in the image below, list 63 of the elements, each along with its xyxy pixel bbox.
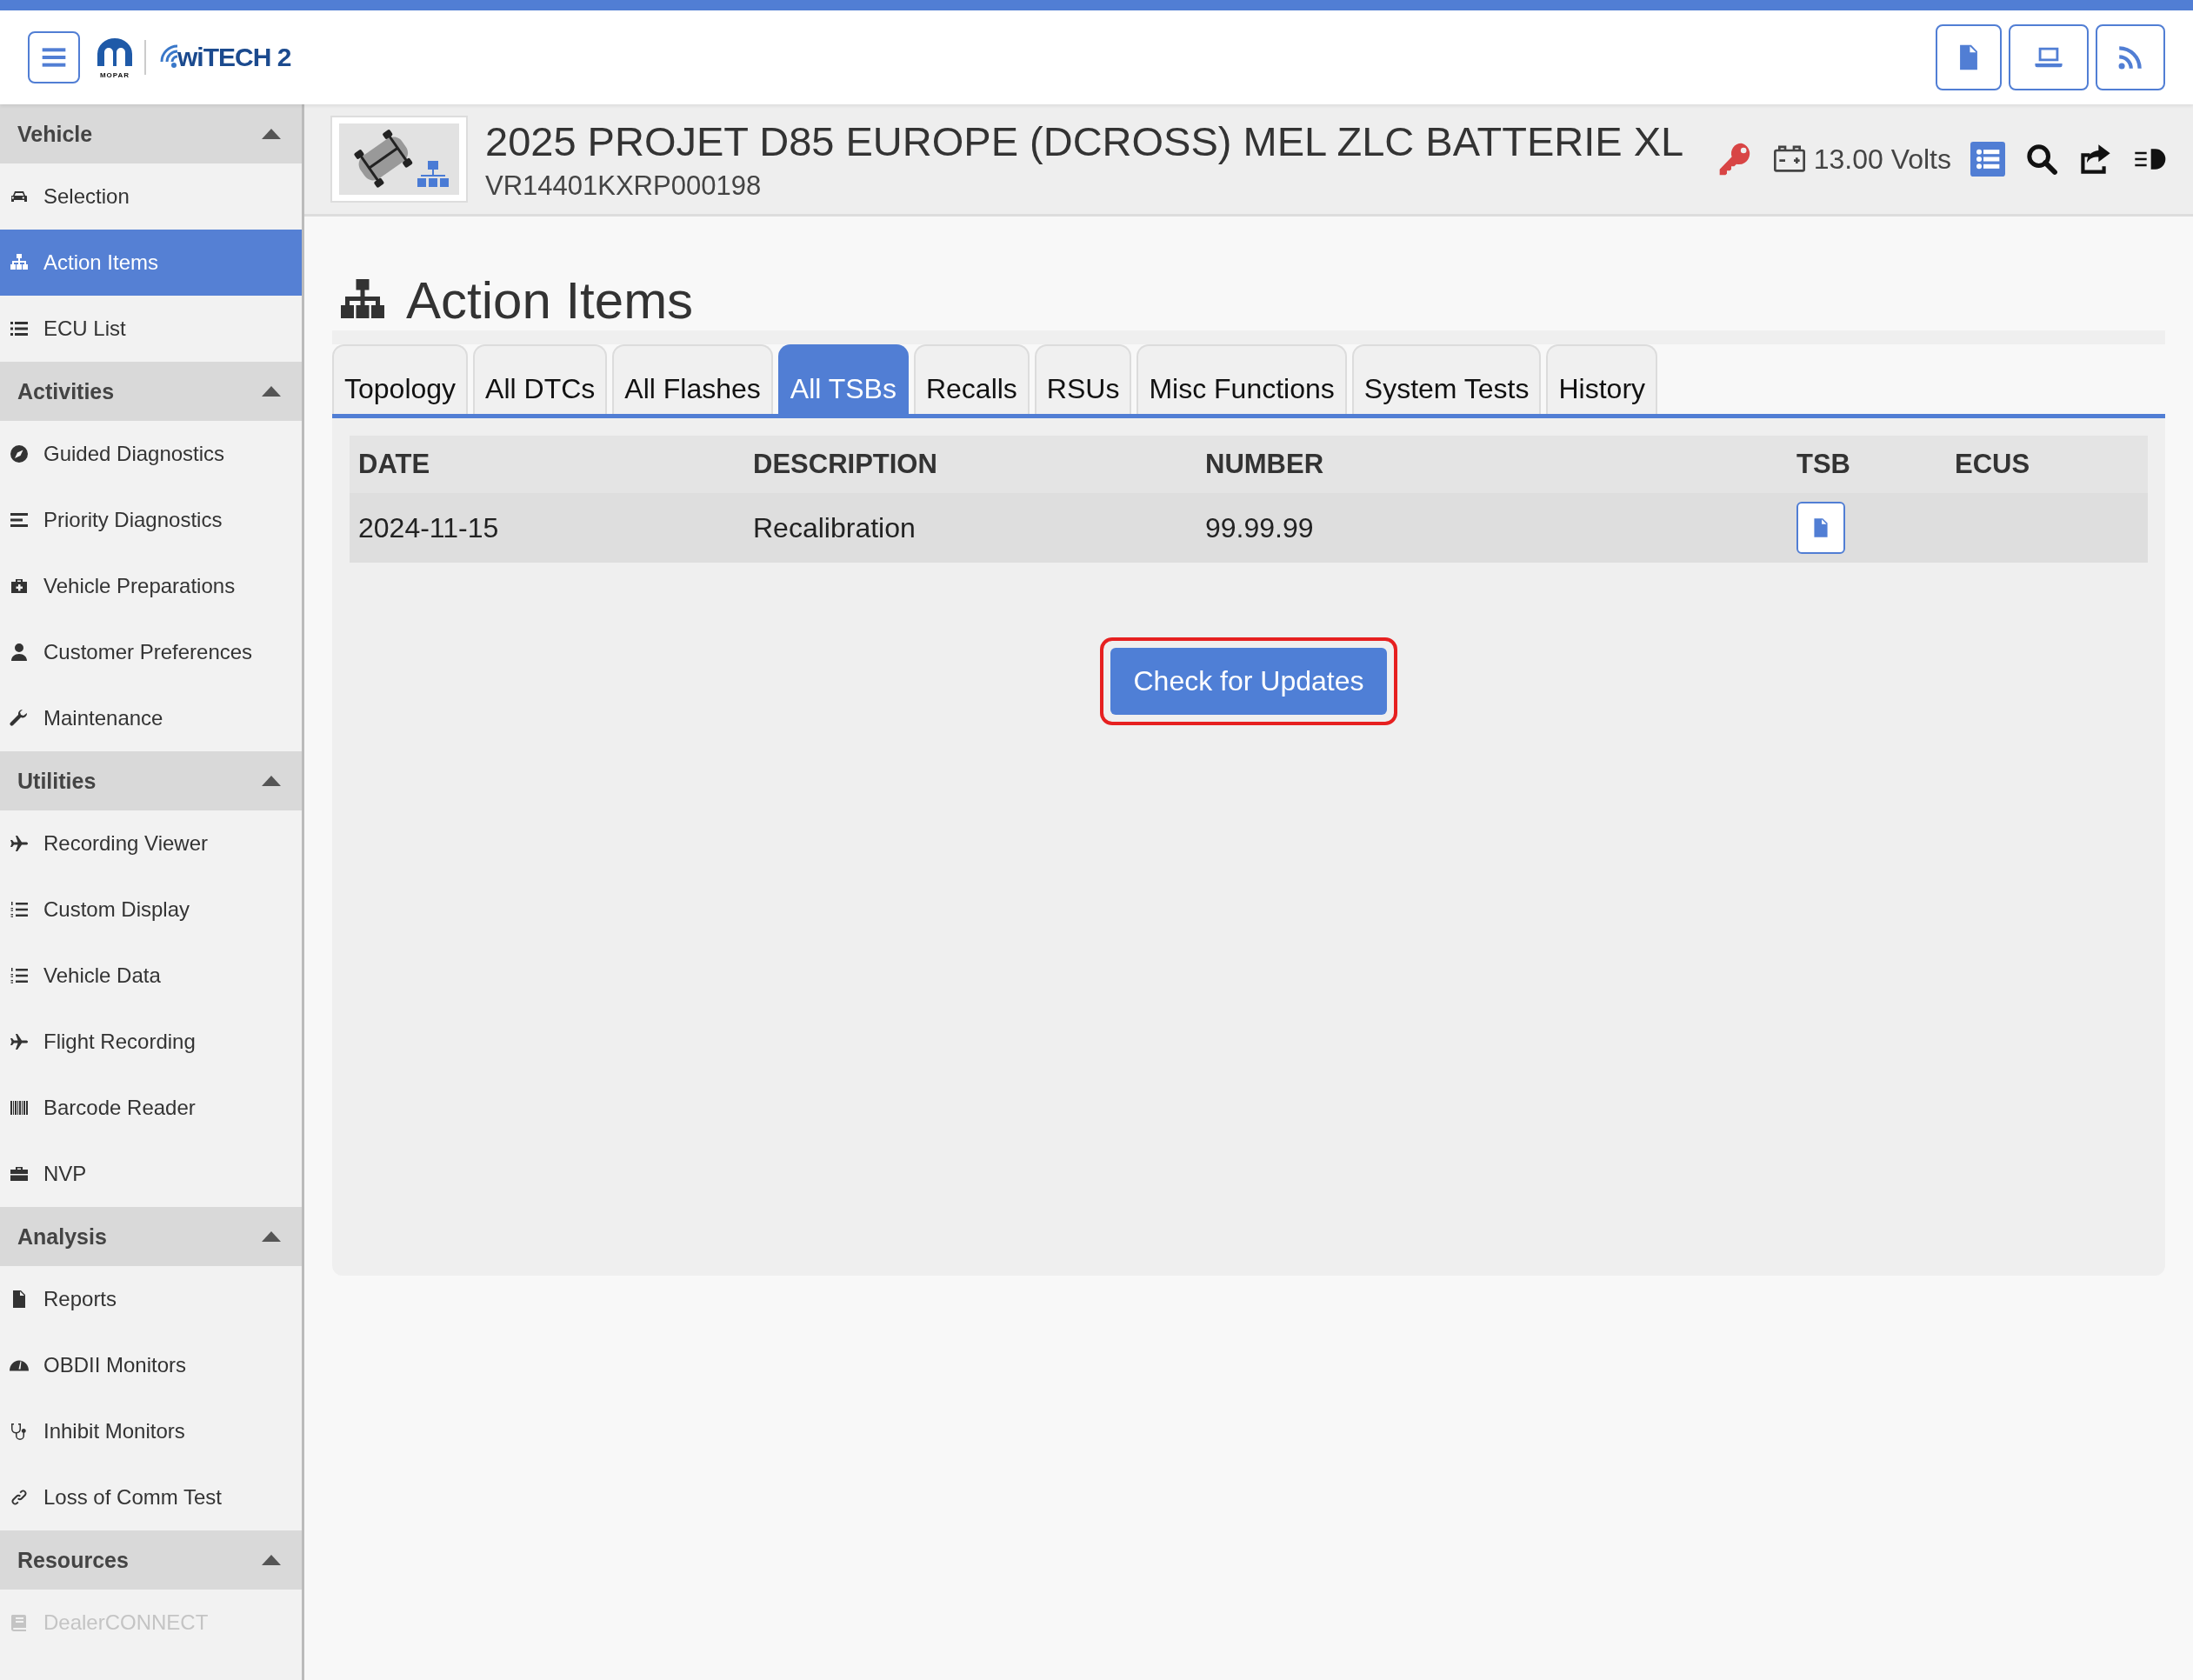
table-cell-text: 2024-11-15 (358, 511, 500, 544)
sidebar-section-header[interactable]: Analysis (0, 1207, 302, 1266)
pdf-button[interactable] (1796, 502, 1845, 554)
search-icon[interactable] (2024, 142, 2059, 177)
tab[interactable]: All DTCs (473, 344, 608, 414)
airplane-icon (9, 1031, 30, 1052)
sidebar-item[interactable]: Custom Display (0, 877, 302, 943)
table-cell-text: Recalibration (753, 511, 917, 544)
tab[interactable]: All Flashes (612, 344, 773, 414)
sidebar-item[interactable]: OBDII Monitors (0, 1332, 302, 1398)
sidebar-item[interactable]: Inhibit Monitors (0, 1398, 302, 1464)
tab[interactable]: Recalls (913, 344, 1030, 414)
sidebar-section-header[interactable]: Vehicle (0, 104, 302, 163)
vehicle-title: 2025 PROJET D85 EUROPE (DCROSS) MEL ZLC BATTERIE XL (485, 117, 1684, 165)
numbered-list-icon (9, 965, 30, 986)
sidebar-item[interactable]: Barcode Reader (0, 1075, 302, 1141)
table-cell-text: 99.99.99 (1205, 511, 1315, 544)
wrench-icon (9, 708, 30, 729)
column-header: DATE (358, 449, 431, 480)
sidebar-item[interactable]: NVP (0, 1141, 302, 1207)
laptop-button[interactable] (2009, 24, 2089, 90)
sidebar-item[interactable]: Recording Viewer (0, 810, 302, 877)
tab[interactable]: Misc Functions (1136, 344, 1347, 414)
compass-icon (9, 443, 30, 464)
sidebar-item[interactable]: Vehicle Preparations (0, 553, 302, 619)
link-icon (9, 1487, 30, 1508)
column-header: DESCRIPTION (753, 449, 938, 480)
vin-number: VR14401KXRP000198 (485, 170, 763, 202)
sidebar-section-header[interactable]: Activities (0, 362, 302, 421)
tab[interactable]: All TSBs (777, 344, 909, 414)
menu-button[interactable] (28, 31, 80, 83)
numbered-list-icon (9, 899, 30, 920)
rss-button[interactable] (2096, 24, 2165, 90)
sidebar-item[interactable]: Vehicle Data (0, 943, 302, 1009)
tab[interactable]: System Tests (1351, 344, 1542, 414)
sidebar-item[interactable]: Customer Preferences (0, 619, 302, 685)
tab[interactable]: Topology (332, 344, 469, 414)
menu-icon (40, 45, 68, 70)
sidebar-item[interactable]: Loss of Comm Test (0, 1464, 302, 1530)
product-name: wiTECH 2 (177, 43, 291, 72)
user-icon (9, 642, 30, 663)
check-updates-button[interactable]: Check for Updates (1110, 648, 1387, 715)
sidebar-section-header[interactable]: Resources (0, 1530, 302, 1590)
column-header: TSB (1796, 449, 1851, 480)
sidebar-item[interactable]: Reports (0, 1266, 302, 1332)
voltage-reading: 13.00 Volts (1813, 143, 1951, 176)
sidebar-item[interactable]: Action Items (0, 230, 302, 296)
sidebar-item[interactable]: Guided Diagnostics (0, 421, 302, 487)
column-header: ECUS (1955, 449, 2031, 480)
airplane-icon (9, 833, 30, 854)
column-header: NUMBER (1205, 449, 1325, 480)
tab[interactable]: History (1546, 344, 1658, 414)
sidebar-item[interactable]: Priority Diagnostics (0, 487, 302, 553)
brand-name: MOPAR (99, 70, 130, 79)
pdf-button[interactable] (1936, 24, 2002, 90)
list-icon[interactable] (1970, 142, 2005, 177)
sidebar-item[interactable]: ECU List (0, 296, 302, 362)
tab[interactable]: RSUs (1034, 344, 1132, 414)
sidebar-section-header[interactable]: Utilities (0, 751, 302, 810)
sidebar-item[interactable]: Flight Recording (0, 1009, 302, 1075)
sidebar-item[interactable]: Maintenance (0, 685, 302, 751)
page-title: Action Items (406, 270, 694, 330)
sidebar-item[interactable]: Selection (0, 163, 302, 230)
